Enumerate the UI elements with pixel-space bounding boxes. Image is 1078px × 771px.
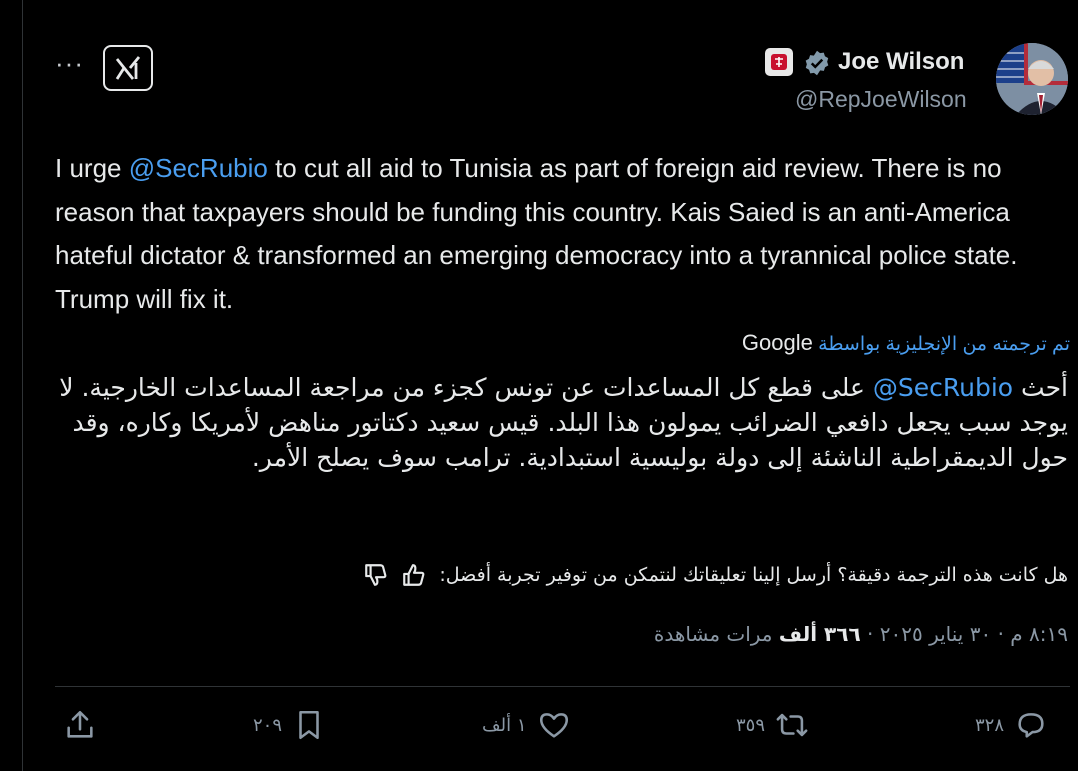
- verified-check-icon: [805, 50, 829, 76]
- share-icon: [67, 710, 93, 738]
- reply-count: ٣٢٨: [975, 714, 1005, 736]
- like-button[interactable]: ١ ألف: [482, 708, 571, 742]
- reply-button[interactable]: ٣٢٨: [975, 708, 1048, 742]
- divider: [55, 686, 1070, 687]
- translation-label: تم ترجمته من الإنجليزية بواسطة: [818, 334, 1070, 355]
- feedback-prompt: هل كانت هذه الترجمة دقيقة؟ أرسل إلينا تع…: [439, 564, 1068, 586]
- bookmark-count: ٢٠٩: [253, 714, 283, 736]
- translation-provider: Google: [741, 330, 813, 355]
- repost-button[interactable]: ٣٥٩: [736, 708, 809, 742]
- grok-glyph-icon: [115, 56, 141, 80]
- affiliation-badge-icon[interactable]: [765, 48, 793, 76]
- mention-link[interactable]: @SecRubio: [129, 153, 268, 183]
- more-options-icon[interactable]: ···: [55, 50, 84, 76]
- translated-text-part: أحث: [1013, 373, 1068, 402]
- government-seal-icon: [771, 54, 787, 70]
- tweet-text: I urge @SecRubio to cut all aid to Tunis…: [55, 147, 1055, 321]
- thumbs-up-icon[interactable]: [401, 562, 427, 588]
- translated-text: أحث @SecRubio على قطع كل المساعدات عن تو…: [58, 370, 1068, 475]
- tweet-text-part: I urge: [55, 153, 129, 183]
- translation-attribution[interactable]: تم ترجمته من الإنجليزية بواسطة Google: [742, 330, 1070, 356]
- verified-badge-icon[interactable]: [803, 49, 831, 77]
- like-count: ١ ألف: [482, 714, 527, 736]
- author-display-name[interactable]: Joe Wilson: [838, 48, 964, 76]
- grok-icon[interactable]: [103, 45, 153, 91]
- views-label: مرات مشاهدة: [653, 622, 779, 646]
- translation-feedback: هل كانت هذه الترجمة دقيقة؟ أرسل إلينا تع…: [363, 562, 1068, 588]
- bookmark-icon: [299, 710, 319, 740]
- views-count: ٣٦٦ ألف: [778, 622, 861, 646]
- heart-icon: [539, 713, 568, 738]
- reply-icon: [1018, 713, 1044, 738]
- author-handle[interactable]: @RepJoeWilson: [795, 86, 967, 113]
- avatar[interactable]: [996, 43, 1068, 115]
- repost-icon: [776, 713, 808, 737]
- tweet-timestamp[interactable]: ٨:١٩ م · ٣٠ يناير ٢٠٢٥ ·: [861, 622, 1068, 646]
- share-button[interactable]: [63, 708, 97, 742]
- repost-count: ٣٥٩: [736, 714, 766, 736]
- translated-mention-link[interactable]: @SecRubio: [873, 373, 1013, 402]
- avatar-photo: [996, 43, 1068, 115]
- thumbs-down-icon[interactable]: [363, 562, 389, 588]
- bookmark-button[interactable]: ٢٠٩: [253, 708, 326, 742]
- tweet-meta: ٨:١٩ م · ٣٠ يناير ٢٠٢٥ · ٣٦٦ ألف مرات مش…: [654, 622, 1068, 646]
